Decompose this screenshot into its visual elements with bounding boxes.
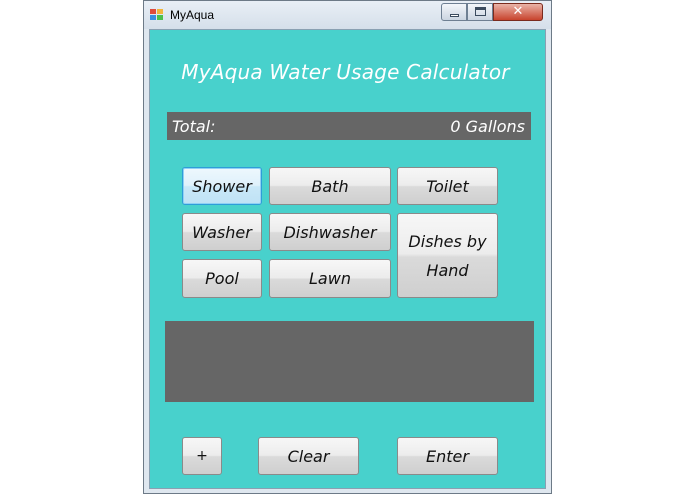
plus-button[interactable]: +: [182, 437, 222, 475]
total-label: Total:: [172, 117, 216, 136]
title-bar[interactable]: MyAqua ✕: [144, 1, 551, 29]
close-icon: ✕: [512, 4, 524, 19]
shower-button[interactable]: Shower: [182, 167, 262, 205]
dishes-by-hand-button[interactable]: Dishes by Hand: [397, 213, 498, 298]
maximize-button[interactable]: [467, 3, 493, 21]
minimize-button[interactable]: [441, 3, 467, 21]
app-window: MyAqua ✕ MyAqua Water Usage Calculator T…: [143, 0, 552, 494]
total-bar: Total: 0 Gallons: [167, 112, 531, 140]
clear-button[interactable]: Clear: [258, 437, 359, 475]
app-client-area: MyAqua Water Usage Calculator Total: 0 G…: [149, 29, 546, 489]
minimize-icon: [450, 14, 459, 17]
close-button[interactable]: ✕: [493, 3, 543, 21]
bath-button[interactable]: Bath: [269, 167, 391, 205]
myaqua-app-icon: [150, 9, 164, 21]
lawn-button[interactable]: Lawn: [269, 259, 391, 298]
pool-button[interactable]: Pool: [182, 259, 262, 298]
enter-button[interactable]: Enter: [397, 437, 498, 475]
maximize-icon: [475, 7, 486, 16]
washer-button[interactable]: Washer: [182, 213, 262, 251]
dishwasher-button[interactable]: Dishwasher: [269, 213, 391, 251]
output-panel: [165, 321, 534, 402]
total-value: 0 Gallons: [450, 117, 525, 136]
window-title: MyAqua: [170, 8, 215, 22]
toilet-button[interactable]: Toilet: [397, 167, 498, 205]
app-heading: MyAqua Water Usage Calculator: [181, 60, 510, 84]
